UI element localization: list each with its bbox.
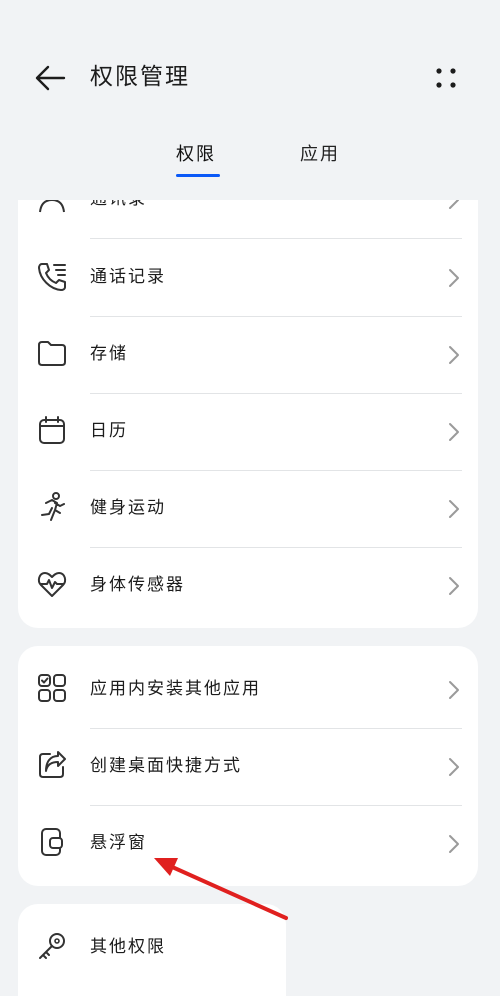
list-item-create-shortcut[interactable]: 创建桌面快捷方式 — [18, 729, 478, 805]
list-item-label: 存储 — [90, 344, 128, 364]
list-item-label: 身体传感器 — [90, 575, 185, 595]
list-item-storage[interactable]: 存储 — [18, 317, 478, 393]
list-item-label: 创建桌面快捷方式 — [90, 756, 242, 776]
tab-permissions[interactable]: 权限 — [176, 138, 216, 172]
list-item-install-apps[interactable]: 应用内安装其他应用 — [18, 652, 478, 728]
permission-group-other: 其他权限 — [18, 904, 286, 996]
contacts-icon — [34, 200, 70, 216]
more-dots-icon — [436, 68, 456, 88]
list-item-contacts[interactable]: 通讯录 — [18, 200, 478, 238]
chevron-right-icon — [442, 200, 466, 214]
floating-window-icon — [34, 824, 70, 860]
list-item-label: 通讯录 — [90, 200, 147, 216]
permission-group-special: 应用内安装其他应用 创建桌面快捷方式 悬浮窗 — [18, 646, 478, 886]
calendar-icon — [34, 412, 70, 448]
list-item-label: 日历 — [90, 421, 128, 441]
list-item-other-permissions[interactable]: 其他权限 — [18, 910, 286, 986]
list-item-fitness[interactable]: 健身运动 — [18, 471, 478, 547]
more-button[interactable] — [424, 58, 468, 98]
list-item-label: 应用内安装其他应用 — [90, 679, 261, 699]
divider — [90, 238, 462, 239]
list-item-label: 通话记录 — [90, 267, 166, 287]
folder-icon — [34, 335, 70, 371]
running-icon — [34, 489, 70, 525]
heart-rate-icon — [34, 566, 70, 602]
chevron-right-icon — [442, 830, 466, 858]
tab-apps[interactable]: 应用 — [300, 138, 340, 172]
key-icon — [34, 928, 70, 964]
list-item-body-sensors[interactable]: 身体传感器 — [18, 548, 478, 624]
list-item-label: 健身运动 — [90, 498, 166, 518]
page-title: 权限管理 — [90, 64, 190, 90]
app-install-icon — [34, 670, 70, 706]
list-item-call-log[interactable]: 通话记录 — [18, 240, 478, 316]
chevron-right-icon — [442, 418, 466, 446]
permission-group-main: 通讯录 通话记录 存储 — [18, 200, 478, 628]
chevron-right-icon — [442, 572, 466, 600]
list-item-label: 其他权限 — [90, 937, 166, 957]
list-item-calendar[interactable]: 日历 — [18, 394, 478, 470]
chevron-right-icon — [442, 495, 466, 523]
shortcut-icon — [34, 747, 70, 783]
header: 权限管理 权限 应用 — [0, 0, 500, 200]
arrow-left-icon — [35, 65, 66, 91]
list-item-floating-window[interactable]: 悬浮窗 — [18, 806, 478, 882]
chevron-right-icon — [442, 264, 466, 292]
chevron-right-icon — [442, 676, 466, 704]
chevron-right-icon — [442, 341, 466, 369]
chevron-right-icon — [442, 753, 466, 781]
list-item-label: 悬浮窗 — [90, 833, 147, 853]
call-log-icon — [34, 258, 70, 294]
back-button[interactable] — [28, 58, 72, 98]
tab-bar: 权限 应用 — [0, 138, 500, 182]
active-tab-indicator — [176, 174, 220, 177]
